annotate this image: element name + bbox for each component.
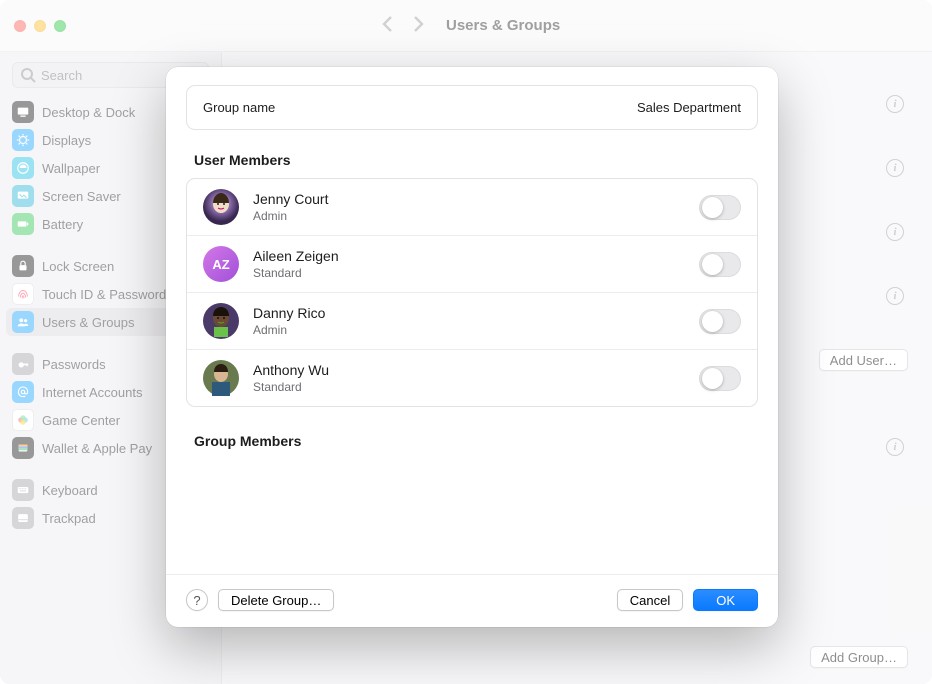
avatar (203, 189, 239, 225)
membership-toggle[interactable] (699, 252, 741, 277)
group-edit-sheet: Group name Sales Department User Members… (166, 67, 778, 627)
member-name: Aileen Zeigen (253, 248, 339, 264)
sidebar-item-label: Keyboard (42, 483, 98, 498)
ok-button[interactable]: OK (693, 589, 758, 611)
member-name: Anthony Wu (253, 362, 329, 378)
users-icon (12, 311, 34, 333)
back-button[interactable] (380, 15, 396, 36)
window-controls (14, 20, 66, 32)
sidebar-item-label: Trackpad (42, 511, 96, 526)
at-icon (12, 381, 34, 403)
keyboard-icon (12, 479, 34, 501)
user-members-list: Jenny Court Admin AZ Aileen Zeigen Standard D… (186, 178, 758, 407)
avatar (203, 303, 239, 339)
avatar (203, 360, 239, 396)
cancel-button[interactable]: Cancel (617, 589, 683, 611)
group-members-title: Group Members (194, 433, 756, 449)
info-icon[interactable]: i (886, 223, 904, 241)
sidebar-item-label: Game Center (42, 413, 120, 428)
group-name-panel: Group name Sales Department (186, 85, 758, 130)
member-name: Jenny Court (253, 191, 328, 207)
wallet-icon (12, 437, 34, 459)
screensaver-icon (12, 185, 34, 207)
sidebar-item-label: Desktop & Dock (42, 105, 135, 120)
member-role: Standard (253, 266, 339, 280)
battery-icon (12, 213, 34, 235)
add-user-button[interactable]: Add User… (819, 349, 908, 371)
lock-icon (12, 255, 34, 277)
search-icon (20, 67, 36, 83)
member-role: Admin (253, 323, 325, 337)
close-window-icon[interactable] (14, 20, 26, 32)
sheet-footer: ? Delete Group… Cancel OK (166, 574, 778, 611)
member-row: AZ Aileen Zeigen Standard (187, 235, 757, 292)
delete-group-button[interactable]: Delete Group… (218, 589, 334, 611)
touchid-icon (12, 283, 34, 305)
nav-buttons (380, 15, 426, 36)
member-role: Standard (253, 380, 329, 394)
wallpaper-icon (12, 157, 34, 179)
group-name-label: Group name (203, 100, 275, 115)
group-name-value: Sales Department (637, 100, 741, 115)
info-icon[interactable]: i (886, 95, 904, 113)
member-role: Admin (253, 209, 328, 223)
member-row: Danny Rico Admin (187, 292, 757, 349)
sidebar-item-label: Wallet & Apple Pay (42, 441, 152, 456)
displays-icon (12, 129, 34, 151)
group-name-row[interactable]: Group name Sales Department (187, 86, 757, 129)
sidebar-item-label: Internet Accounts (42, 385, 142, 400)
membership-toggle[interactable] (699, 366, 741, 391)
help-button[interactable]: ? (186, 589, 208, 611)
info-icon[interactable]: i (886, 438, 904, 456)
sidebar-item-label: Touch ID & Password (42, 287, 166, 302)
sidebar-item-label: Battery (42, 217, 83, 232)
minimize-window-icon[interactable] (34, 20, 46, 32)
titlebar: Users & Groups (0, 0, 932, 52)
background-bottom-buttons: Add Group… (810, 646, 908, 668)
sidebar-item-label: Passwords (42, 357, 106, 372)
user-members-title: User Members (194, 152, 756, 168)
info-icon[interactable]: i (886, 287, 904, 305)
avatar: AZ (203, 246, 239, 282)
sidebar-item-label: Users & Groups (42, 315, 134, 330)
settings-window: Users & Groups Desktop & Dock Displays Wal… (0, 0, 932, 684)
member-row: Anthony Wu Standard (187, 349, 757, 406)
forward-button[interactable] (410, 15, 426, 36)
gamecenter-icon (12, 409, 34, 431)
sidebar-item-label: Screen Saver (42, 189, 121, 204)
page-title: Users & Groups (446, 17, 560, 34)
sidebar-item-label: Wallpaper (42, 161, 100, 176)
membership-toggle[interactable] (699, 309, 741, 334)
membership-toggle[interactable] (699, 195, 741, 220)
sidebar-item-label: Displays (42, 133, 91, 148)
sidebar-item-label: Lock Screen (42, 259, 114, 274)
member-row: Jenny Court Admin (187, 179, 757, 235)
info-icon[interactable]: i (886, 159, 904, 177)
zoom-window-icon[interactable] (54, 20, 66, 32)
member-name: Danny Rico (253, 305, 325, 321)
trackpad-icon (12, 507, 34, 529)
key-icon (12, 353, 34, 375)
add-group-button[interactable]: Add Group… (810, 646, 908, 668)
desktop-icon (12, 101, 34, 123)
